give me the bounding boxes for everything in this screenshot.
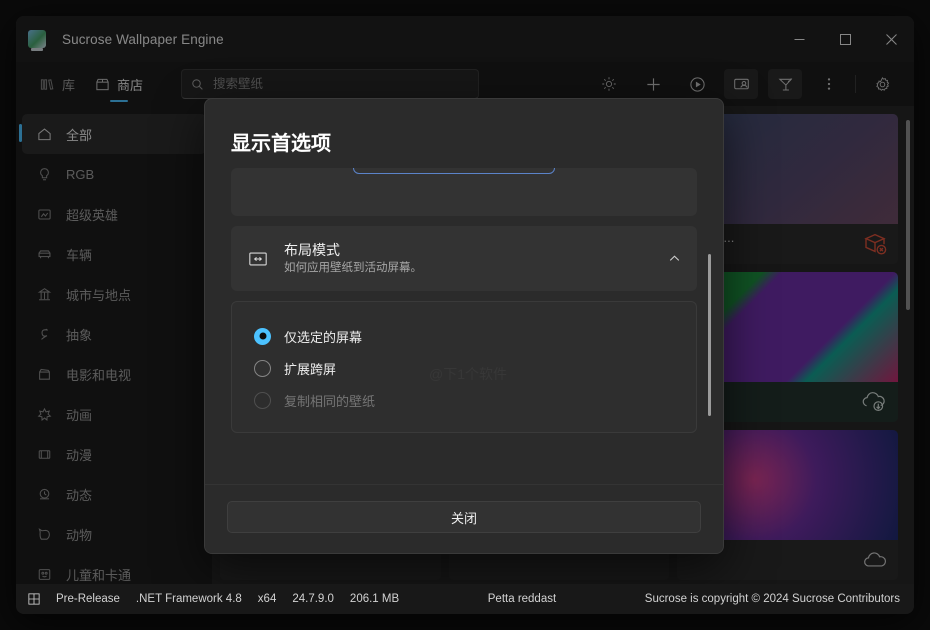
dialog-body: 布局模式 如何应用壁纸到活动屏幕。 @下1个软件 仅选定的屏幕 扩展跨屏: [205, 168, 723, 484]
radio-label: 扩展跨屏: [284, 361, 337, 377]
status-arch: x64: [257, 593, 277, 605]
grid-icon: [28, 593, 40, 605]
layout-mode-row[interactable]: 布局模式 如何应用壁纸到活动屏幕。: [231, 226, 697, 291]
layout-mode-radio-group: 仅选定的屏幕 扩展跨屏 复制相同的壁纸: [231, 301, 697, 433]
close-button[interactable]: 关闭: [227, 501, 701, 533]
status-motto: Petta reddast: [487, 593, 557, 605]
status-bar: Pre-Release .NET Framework 4.8 x64 24.7.…: [16, 584, 914, 614]
status-channel: Pre-Release: [56, 593, 120, 605]
radio-option-selected-screen[interactable]: 仅选定的屏幕: [254, 320, 674, 352]
app-window: Sucrose Wallpaper Engine 库 商店 搜索壁纸 全部 RG…: [16, 16, 914, 614]
status-framework: .NET Framework 4.8: [135, 593, 242, 605]
layout-mode-text: 布局模式 如何应用壁纸到活动屏幕。: [284, 241, 653, 276]
status-version: 24.7.9.0: [292, 593, 334, 605]
radio-option-duplicate: 复制相同的壁纸: [254, 384, 674, 416]
layout-mode-icon: [247, 249, 269, 269]
chevron-up-icon[interactable]: [668, 252, 681, 265]
radio-indicator: [254, 391, 271, 409]
radio-indicator[interactable]: [254, 359, 271, 377]
layout-mode-subtitle: 如何应用壁纸到活动屏幕。: [284, 262, 422, 274]
radio-label: 复制相同的壁纸: [284, 393, 376, 409]
radio-indicator[interactable]: [254, 327, 271, 345]
display-preferences-dialog: 显示首选项 布局模式 如何应用壁纸到活动屏幕。 仅选定的屏幕 扩展跨屏 复制相同…: [204, 98, 724, 554]
radio-option-span[interactable]: 扩展跨屏: [254, 352, 674, 384]
status-memory: 206.1 MB: [349, 593, 400, 605]
layout-mode-title: 布局模式: [284, 242, 340, 258]
dialog-title: 显示首选项: [231, 133, 331, 155]
status-copyright: Sucrose is copyright © 2024 Sucrose Cont…: [644, 593, 900, 605]
radio-label: 仅选定的屏幕: [284, 329, 363, 345]
dialog-scrollbar[interactable]: [708, 254, 711, 416]
dialog-footer: 关闭: [205, 484, 723, 553]
monitor-selector[interactable]: [231, 168, 697, 216]
status-left: Pre-Release .NET Framework 4.8 x64 24.7.…: [16, 593, 399, 605]
selected-monitor-outline: [353, 168, 555, 174]
